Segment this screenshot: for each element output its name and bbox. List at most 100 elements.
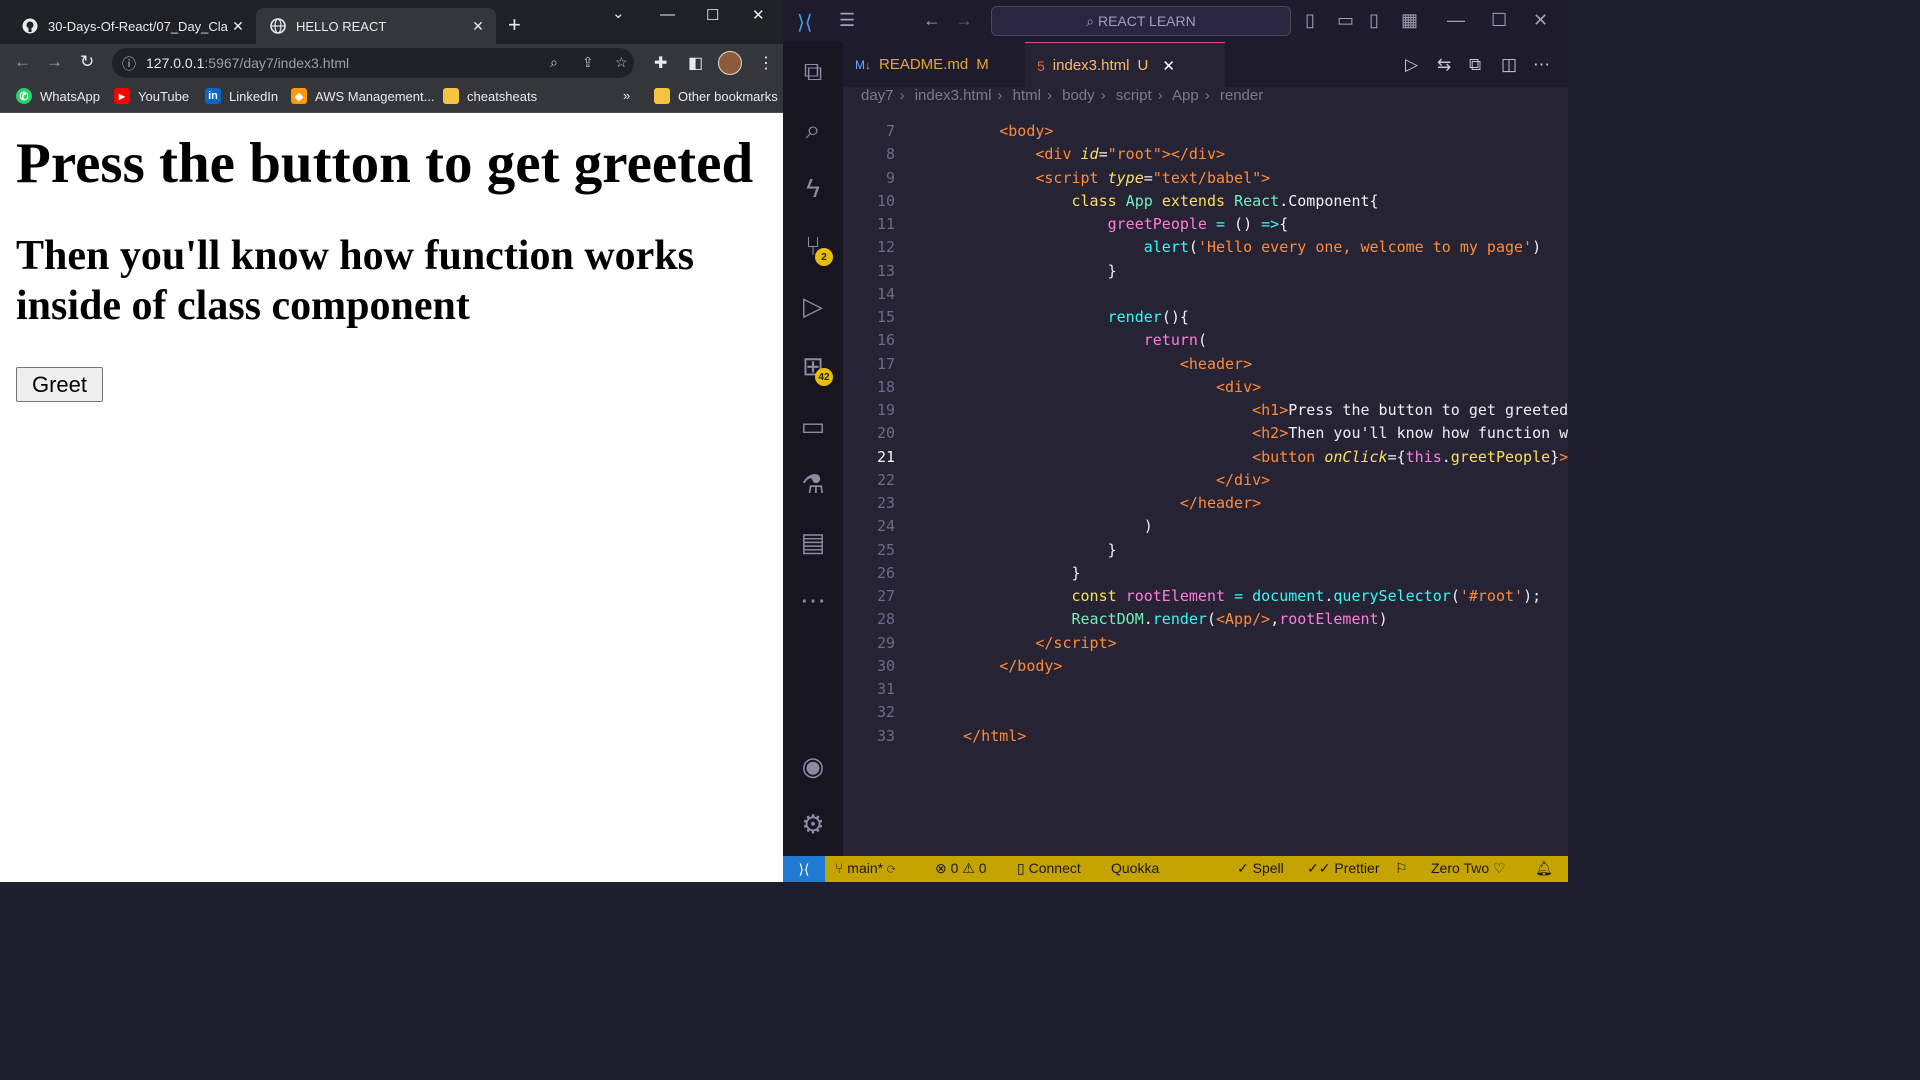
maximize-icon[interactable]: ☐ [706,6,719,24]
line-number: 17 [876,354,895,373]
run-icon[interactable]: ▷ [1405,55,1418,75]
nav-back-icon[interactable]: ← [923,10,941,31]
maximize-icon[interactable]: ☐ [1491,10,1507,31]
page-heading: Press the button to get greeted [16,132,754,195]
extensions-icon[interactable]: ⊞ 42 [795,348,833,386]
breadcrumb-item[interactable]: index3.html [915,87,992,104]
site-info-icon[interactable]: ⓘ [122,54,136,74]
breadcrumb-item[interactable]: script [1116,87,1152,104]
close-window-icon[interactable]: ✕ [752,6,765,24]
remote-indicator-icon[interactable]: ⟩⟨ [783,856,825,882]
search-icon[interactable]: ⌕ [795,112,831,148]
side-panel-icon[interactable]: ◧ [688,53,703,73]
new-tab-button[interactable]: + [508,12,521,38]
code-text: <body> [999,122,1054,140]
notebook-icon[interactable]: ▤ [795,524,831,560]
explorer-icon[interactable]: ⧉ [795,54,831,90]
more-icon[interactable]: ⋯ [795,582,831,618]
minimize-icon[interactable]: — [1447,10,1465,31]
remote-explorer-icon[interactable]: ▭ [795,408,831,444]
line-number: 21 [876,447,895,466]
zoom-icon[interactable]: ⌕ [550,54,558,71]
toggle-primary-sidebar-icon[interactable]: ▯ [1305,10,1315,31]
code-text: <script type="text/babel"> [1035,168,1271,187]
split-editor-icon[interactable]: ◫ [1501,55,1517,75]
greet-button[interactable]: Greet [16,367,103,402]
prettier-indicator[interactable]: ✓✓ Prettier [1307,860,1379,877]
breadcrumb-item[interactable]: render [1220,87,1263,104]
open-preview-icon[interactable]: ⧉ [1469,55,1481,75]
profile-avatar[interactable] [718,51,742,75]
bookmarks-overflow[interactable]: » [623,88,630,103]
tab-github[interactable]: 30-Days-Of-React/07_Day_Class_ ✕ [8,8,256,44]
more-actions-icon[interactable]: ⋯ [1533,55,1550,75]
vscode-titlebar: ⟩⟨ ☰ ← → ⌕ REACT LEARN ▯ ▭ ▯ ▦ — ☐ ✕ [783,0,1568,42]
code-text: <h1>Press the button to get greeted</h1> [1252,401,1568,419]
reload-icon[interactable]: ↻ [80,52,94,72]
vscode-logo-icon: ⟩⟨ [797,12,813,34]
code-editor[interactable]: 7 <body> 8 <div id="root"></div> 9 <script… [843,112,1568,856]
run-debug-icon[interactable]: ▷ [795,288,831,324]
minimize-icon[interactable]: — [660,6,675,23]
code-text: </div> [1215,470,1271,489]
toggle-secondary-sidebar-icon[interactable]: ▯ [1369,10,1379,31]
other-bookmarks[interactable]: Other bookmarks [654,88,778,104]
line-number: 12 [876,238,895,257]
tab-index3[interactable]: 5 index3.html U ✕ [1025,42,1225,88]
share-icon[interactable]: ⇪ [582,54,594,71]
git-branch[interactable]: ⑂ main* ⟳ [835,860,895,876]
notifications-bell-icon[interactable]: 🔔︎ [1535,860,1553,877]
breadcrumb-item[interactable]: App [1172,87,1199,104]
code-text: <div> [1215,377,1262,396]
spell-indicator[interactable]: ✓ Spell [1237,860,1284,877]
breadcrumb-item[interactable]: body [1062,87,1095,104]
settings-gear-icon[interactable]: ⚙ [795,806,831,842]
theme-indicator[interactable]: Zero Two ♡ [1431,860,1506,877]
line-number: 20 [876,424,895,443]
whatsapp-icon: ✆ [16,88,32,104]
line-number: 19 [876,401,895,419]
tab-strip: 30-Days-Of-React/07_Day_Class_ ✕ HELLO R… [0,0,783,44]
bookmark-whatsapp[interactable]: ✆ WhatsApp [16,88,100,104]
tab-search-chevron-icon[interactable]: ⌄ [612,4,625,22]
tab-readme[interactable]: M↓ README.md M [843,42,1025,87]
close-window-icon[interactable]: ✕ [1533,10,1548,31]
bookmark-aws[interactable]: ◆ AWS Management... [291,88,434,104]
vscode-window: ⟩⟨ ☰ ← → ⌕ REACT LEARN ▯ ▭ ▯ ▦ — ☐ ✕ ⧉ ⌕… [783,0,1568,882]
bookmark-linkedin[interactable]: in LinkedIn [205,88,278,104]
source-control-icon[interactable]: ⑂ 2 [795,228,833,266]
problems-indicator[interactable]: ⊗ 0 ⚠ 0 [935,860,987,877]
tab-hello-react[interactable]: HELLO REACT ✕ [256,8,496,44]
breadcrumb-item[interactable]: day7 [861,87,894,104]
customize-layout-icon[interactable]: ▦ [1401,10,1418,31]
bookmark-star-icon[interactable]: ☆ [615,54,628,71]
menu-hamburger-icon[interactable]: ☰ [839,10,855,31]
address-bar[interactable]: ⓘ 127.0.0.1:5967/day7/index3.html ⌕ ⇪ ☆ [112,48,634,78]
lightning-icon[interactable]: ϟ [795,170,831,206]
toggle-panel-icon[interactable]: ▭ [1337,10,1354,31]
testing-flask-icon[interactable]: ⚗ [795,466,831,502]
connect-indicator[interactable]: ▯ Connect [1017,860,1081,877]
close-tab-icon[interactable]: ✕ [228,18,248,35]
account-icon[interactable]: ◉ [795,748,831,784]
extensions-icon[interactable]: ✚ [654,53,667,73]
forward-icon[interactable]: → [46,52,63,72]
close-tab-icon[interactable]: ✕ [468,18,488,35]
tab-title: 30-Days-Of-React/07_Day_Class_ [48,18,228,34]
compare-changes-icon[interactable]: ⇆ [1437,55,1451,75]
code-text: const rootElement = document.querySelect… [1071,587,1542,605]
bookmark-youtube[interactable]: ▶ YouTube [114,88,189,104]
close-tab-icon[interactable]: ✕ [1162,57,1175,75]
breadcrumb-item[interactable]: html [1013,87,1041,104]
menu-kebab-icon[interactable]: ⋮ [758,53,774,73]
live-share-icon[interactable]: ⚐ [1395,860,1408,877]
back-icon[interactable]: ← [14,52,31,72]
line-number: 26 [876,563,895,582]
nav-forward-icon[interactable]: → [955,10,973,31]
bookmark-cheatsheats[interactable]: cheatsheats [443,88,537,104]
quokka-indicator[interactable]: Quokka [1111,860,1159,876]
line-number: 10 [876,191,895,210]
line-number: 24 [876,517,895,536]
bookmarks-bar: ✆ WhatsApp ▶ YouTube in LinkedIn ◆ AWS M… [0,82,783,113]
command-center-search[interactable]: ⌕ REACT LEARN [991,6,1291,36]
